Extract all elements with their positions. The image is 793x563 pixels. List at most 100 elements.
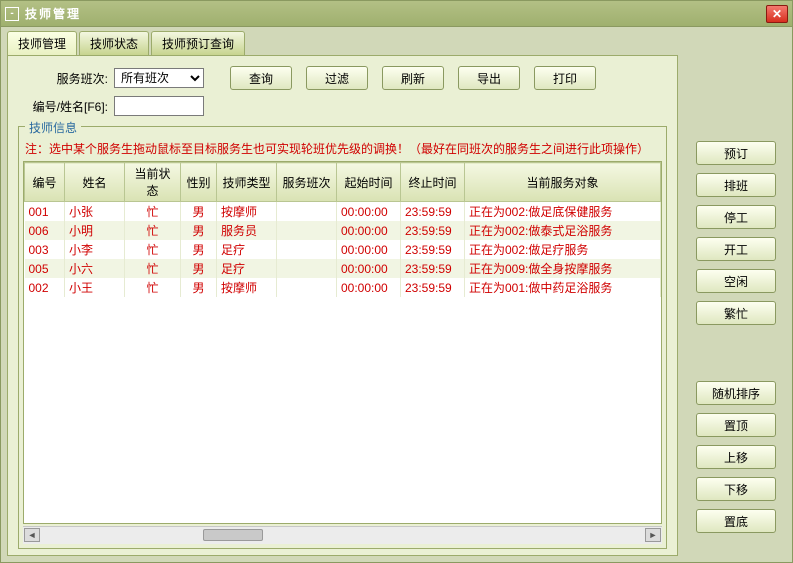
cell-start: 00:00:00 (337, 221, 401, 240)
main-panel: 服务班次: 所有班次 查询 过滤 刷新 导出 打印 编号/姓名[F6]: 技师信… (7, 55, 678, 556)
shift-select[interactable]: 所有班次 (114, 68, 204, 88)
idle-button[interactable]: 空闲 (696, 269, 776, 293)
cell-gender: 男 (181, 259, 217, 278)
refresh-button[interactable]: 刷新 (382, 66, 444, 90)
cell-target: 正在为002:做足疗服务 (465, 240, 661, 259)
query-button[interactable]: 查询 (230, 66, 292, 90)
cell-end: 23:59:59 (401, 202, 465, 222)
table-header-row: 编号 姓名 当前状态 性别 技师类型 服务班次 起始时间 终止时间 当前服务对象 (25, 163, 661, 202)
tab-technician-manage[interactable]: 技师管理 (7, 31, 77, 55)
top-button[interactable]: 置顶 (696, 413, 776, 437)
minimize-icon[interactable]: - (5, 7, 19, 21)
cell-start: 00:00:00 (337, 240, 401, 259)
shuffle-button[interactable]: 随机排序 (696, 381, 776, 405)
cell-type: 按摩师 (217, 202, 277, 222)
close-icon: ✕ (772, 7, 782, 21)
cell-end: 23:59:59 (401, 240, 465, 259)
technician-table: 编号 姓名 当前状态 性别 技师类型 服务班次 起始时间 终止时间 当前服务对象 (24, 162, 661, 297)
cell-id: 001 (25, 202, 65, 222)
print-button[interactable]: 打印 (534, 66, 596, 90)
cell-type: 服务员 (217, 221, 277, 240)
filter-row-shift: 服务班次: 所有班次 查询 过滤 刷新 导出 打印 (18, 66, 667, 90)
col-type[interactable]: 技师类型 (217, 163, 277, 202)
cell-type: 按摩师 (217, 278, 277, 297)
close-button[interactable]: ✕ (766, 5, 788, 23)
cell-end: 23:59:59 (401, 259, 465, 278)
cell-type: 足疗 (217, 259, 277, 278)
col-end[interactable]: 终止时间 (401, 163, 465, 202)
export-button[interactable]: 导出 (458, 66, 520, 90)
start-button[interactable]: 开工 (696, 237, 776, 261)
col-name[interactable]: 姓名 (65, 163, 125, 202)
col-shift[interactable]: 服务班次 (277, 163, 337, 202)
table-row[interactable]: 006小明忙男服务员 00:00:0023:59:59正在为002:做泰式足浴服务 (25, 221, 661, 240)
cell-state: 忙 (125, 240, 181, 259)
table-row[interactable]: 005小六忙男足疗00:00:0023:59:59正在为009:做全身按摩服务 (25, 259, 661, 278)
cell-state: 忙 (125, 278, 181, 297)
cell-shift (277, 259, 337, 278)
cell-end: 23:59:59 (401, 221, 465, 240)
tab-technician-status[interactable]: 技师状态 (79, 31, 149, 55)
cell-name: 小明 (65, 221, 125, 240)
down-button[interactable]: 下移 (696, 477, 776, 501)
cell-id: 005 (25, 259, 65, 278)
table-container: 编号 姓名 当前状态 性别 技师类型 服务班次 起始时间 终止时间 当前服务对象 (23, 161, 662, 524)
drag-note: 注：选中某个服务生拖动鼠标至目标服务生也可实现轮班优先级的调换！（最好在同班次的… (19, 140, 666, 161)
shift-label: 服务班次: (18, 70, 108, 87)
table-row[interactable]: 002小王忙男按摩师00:00:0023:59:59正在为001:做中药足浴服务 (25, 278, 661, 297)
cell-state: 忙 (125, 259, 181, 278)
idname-input[interactable] (114, 96, 204, 116)
cell-start: 00:00:00 (337, 278, 401, 297)
cell-shift (277, 240, 337, 259)
cell-type: 足疗 (217, 240, 277, 259)
col-target[interactable]: 当前服务对象 (465, 163, 661, 202)
cell-target: 正在为002:做泰式足浴服务 (465, 221, 661, 240)
cell-name: 小张 (65, 202, 125, 222)
fieldset-legend: 技师信息 (25, 119, 81, 136)
filter-button[interactable]: 过滤 (306, 66, 368, 90)
schedule-button[interactable]: 排班 (696, 173, 776, 197)
table-row[interactable]: 001小张忙男按摩师 00:00:0023:59:59正在为002:做足底保健服务 (25, 202, 661, 222)
cell-name: 小李 (65, 240, 125, 259)
cell-id: 003 (25, 240, 65, 259)
cell-state: 忙 (125, 221, 181, 240)
filter-row-idname: 编号/姓名[F6]: (18, 96, 667, 116)
table-row[interactable]: 003小李忙男足疗 00:00:0023:59:59正在为002:做足疗服务 (25, 240, 661, 259)
side-gap (686, 333, 786, 373)
cell-gender: 男 (181, 202, 217, 222)
cell-gender: 男 (181, 221, 217, 240)
window-title: 技师管理 (25, 5, 766, 22)
cell-target: 正在为002:做足底保健服务 (465, 202, 661, 222)
cell-shift (277, 221, 337, 240)
cell-end: 23:59:59 (401, 278, 465, 297)
tab-reservation-query[interactable]: 技师预订查询 (151, 31, 245, 55)
cell-target: 正在为001:做中药足浴服务 (465, 278, 661, 297)
cell-name: 小六 (65, 259, 125, 278)
col-start[interactable]: 起始时间 (337, 163, 401, 202)
idname-label: 编号/姓名[F6]: (18, 98, 108, 115)
scroll-left-icon[interactable]: ◄ (24, 528, 40, 542)
cell-name: 小王 (65, 278, 125, 297)
top-buttons: 查询 过滤 刷新 导出 打印 (230, 66, 596, 90)
cell-start: 00:00:00 (337, 202, 401, 222)
cell-shift (277, 278, 337, 297)
titlebar: - 技师管理 ✕ (1, 1, 792, 27)
window: - 技师管理 ✕ 技师管理 技师状态 技师预订查询 服务班次: 所有班次 查询 … (0, 0, 793, 563)
side-panel: 预订 排班 停工 开工 空闲 繁忙 随机排序 置顶 上移 下移 置底 (686, 55, 786, 556)
cell-gender: 男 (181, 240, 217, 259)
busy-button[interactable]: 繁忙 (696, 301, 776, 325)
col-state[interactable]: 当前状态 (125, 163, 181, 202)
scroll-thumb[interactable] (203, 529, 263, 541)
stop-button[interactable]: 停工 (696, 205, 776, 229)
reserve-button[interactable]: 预订 (696, 141, 776, 165)
horizontal-scrollbar[interactable]: ◄ ► (23, 526, 662, 544)
cell-id: 006 (25, 221, 65, 240)
cell-start: 00:00:00 (337, 259, 401, 278)
bottom-button[interactable]: 置底 (696, 509, 776, 533)
col-gender[interactable]: 性别 (181, 163, 217, 202)
scroll-right-icon[interactable]: ► (645, 528, 661, 542)
up-button[interactable]: 上移 (696, 445, 776, 469)
cell-id: 002 (25, 278, 65, 297)
cell-state: 忙 (125, 202, 181, 222)
col-id[interactable]: 编号 (25, 163, 65, 202)
